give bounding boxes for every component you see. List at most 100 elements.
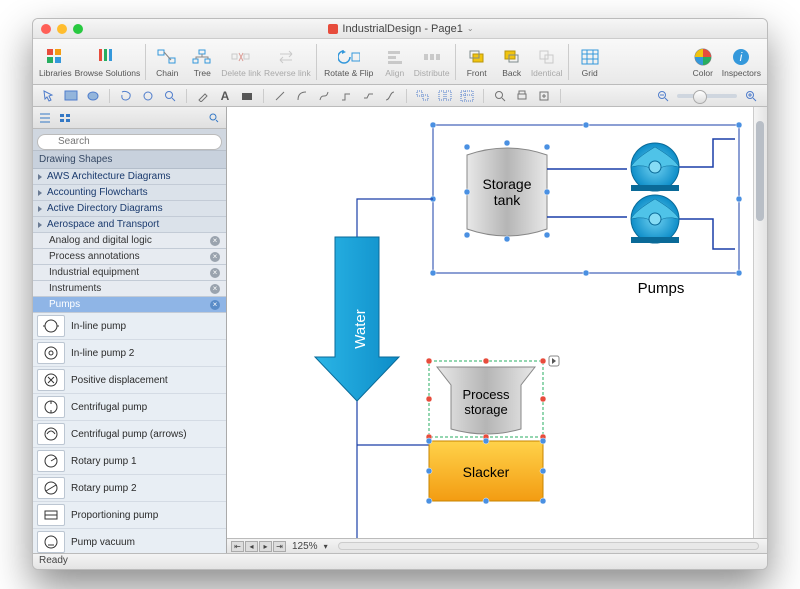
cat-ad[interactable]: Active Directory Diagrams — [33, 201, 226, 217]
browse-solutions-button[interactable]: Browse Solutions — [75, 41, 141, 83]
close-stencil-icon[interactable]: × — [210, 300, 220, 310]
group-icon[interactable] — [415, 88, 431, 104]
color-icon — [692, 46, 714, 68]
back-button[interactable]: Back — [496, 41, 528, 83]
reverse-link-icon — [276, 46, 298, 68]
curve-tool-icon[interactable] — [316, 88, 332, 104]
chain-button[interactable]: Chain — [151, 41, 183, 83]
zoom-out-icon[interactable] — [655, 88, 671, 104]
find-icon[interactable] — [492, 88, 508, 104]
document-icon — [328, 24, 338, 34]
arc-tool-icon[interactable] — [294, 88, 310, 104]
shape-row[interactable]: Proportioning pump — [33, 502, 226, 529]
shape-thumb-icon — [37, 531, 65, 553]
chevron-down-icon[interactable]: ⌄ — [467, 24, 474, 33]
shape-row[interactable]: In-line pump — [33, 313, 226, 340]
pump-shape-2 — [631, 195, 679, 243]
lasso-icon[interactable] — [118, 88, 134, 104]
close-stencil-icon[interactable]: × — [210, 252, 220, 262]
grid-button[interactable]: Grid — [574, 41, 606, 83]
vertical-scrollbar[interactable] — [753, 107, 767, 538]
shape-label: Positive displacement — [71, 375, 168, 386]
text-tool-icon[interactable]: A — [217, 88, 233, 104]
shape-row[interactable]: Centrifugal pump (arrows) — [33, 421, 226, 448]
front-button[interactable]: Front — [461, 41, 493, 83]
sub-industrial[interactable]: Industrial equipment× — [33, 265, 226, 281]
color-button[interactable]: Color — [687, 41, 719, 83]
tree-button[interactable]: Tree — [186, 41, 218, 83]
circle-tool-icon[interactable] — [85, 88, 101, 104]
sub-pumps[interactable]: Pumps× — [33, 297, 226, 313]
shape-row[interactable]: Rotary pump 2 — [33, 475, 226, 502]
hscroll-track[interactable] — [338, 542, 759, 550]
connector-icon[interactable] — [338, 88, 354, 104]
zoom-menu-icon[interactable]: ▾ — [324, 542, 328, 551]
sub-analog[interactable]: Analog and digital logic× — [33, 233, 226, 249]
browse-icon — [96, 46, 118, 68]
svg-text:Process: Process — [463, 387, 510, 402]
body: Drawing Shapes AWS Architecture Diagrams… — [33, 107, 767, 553]
cat-accounting[interactable]: Accounting Flowcharts — [33, 185, 226, 201]
ungroup-icon[interactable] — [437, 88, 453, 104]
app-window: IndustrialDesign - Page1 ⌄ Libraries Bro… — [32, 18, 768, 570]
prev-page-icon[interactable]: ◂ — [245, 541, 258, 552]
shape-row[interactable]: Rotary pump 1 — [33, 448, 226, 475]
connector2-icon[interactable] — [360, 88, 376, 104]
shape-row[interactable]: Pump vacuum — [33, 529, 226, 553]
minimize-icon[interactable] — [57, 24, 67, 34]
sidebar-view-switch — [33, 107, 226, 129]
delete-link-button[interactable]: Delete link — [221, 41, 261, 83]
reverse-link-button[interactable]: Reverse link — [264, 41, 311, 83]
select-rect-icon[interactable] — [63, 88, 79, 104]
print-icon[interactable] — [514, 88, 530, 104]
zoom-icon[interactable] — [73, 24, 83, 34]
grid-view-icon[interactable] — [57, 111, 73, 125]
zoom-in-icon[interactable] — [743, 88, 759, 104]
identical-icon — [536, 46, 558, 68]
search-input[interactable] — [37, 134, 222, 150]
pointer-tool-icon[interactable] — [41, 88, 57, 104]
next-page-icon[interactable]: ▸ — [259, 541, 272, 552]
sub-toolbar: A — [33, 85, 767, 107]
zoom-level[interactable]: 125% — [292, 541, 318, 552]
close-stencil-icon[interactable]: × — [210, 236, 220, 246]
shape-row[interactable]: In-line pump 2 — [33, 340, 226, 367]
layout-icon[interactable] — [459, 88, 475, 104]
pumps-label: Pumps — [638, 280, 685, 297]
identical-button[interactable]: Identical — [531, 41, 563, 83]
inspectors-button[interactable]: iInspectors — [722, 41, 761, 83]
svg-text:i: i — [740, 50, 743, 64]
pan-icon[interactable] — [140, 88, 156, 104]
shape-thumb-icon — [37, 315, 65, 337]
shape-row[interactable]: Centrifugal pump — [33, 394, 226, 421]
close-icon[interactable] — [41, 24, 51, 34]
line-tool-icon[interactable] — [272, 88, 288, 104]
list-view-icon[interactable] — [37, 111, 53, 125]
shape-row[interactable]: Positive displacement — [33, 367, 226, 394]
first-page-icon[interactable]: ⇤ — [231, 541, 244, 552]
search-icon-small[interactable] — [206, 111, 222, 125]
sub-instruments[interactable]: Instruments× — [33, 281, 226, 297]
align-button[interactable]: Align — [379, 41, 411, 83]
export-icon[interactable] — [536, 88, 552, 104]
diagram-svg: Storagetank — [227, 107, 755, 553]
distribute-icon — [421, 46, 443, 68]
pencil-icon[interactable] — [195, 88, 211, 104]
close-stencil-icon[interactable]: × — [210, 268, 220, 278]
cat-aws[interactable]: AWS Architecture Diagrams — [33, 169, 226, 185]
canvas[interactable]: Storagetank — [227, 107, 767, 553]
connector3-icon[interactable] — [382, 88, 398, 104]
cat-aerospace[interactable]: Aerospace and Transport — [33, 217, 226, 233]
distribute-button[interactable]: Distribute — [414, 41, 450, 83]
libraries-button[interactable]: Libraries — [39, 41, 72, 83]
sub-process[interactable]: Process annotations× — [33, 249, 226, 265]
rotate-flip-button[interactable]: Rotate & Flip — [322, 41, 376, 83]
svg-text:storage: storage — [464, 402, 507, 417]
magnify-icon[interactable] — [162, 88, 178, 104]
fill-tool-icon[interactable] — [239, 88, 255, 104]
shape-label: Pump vacuum — [71, 537, 135, 548]
pump-shape-1 — [631, 143, 679, 191]
zoom-slider[interactable] — [677, 94, 737, 98]
close-stencil-icon[interactable]: × — [210, 284, 220, 294]
last-page-icon[interactable]: ⇥ — [273, 541, 286, 552]
